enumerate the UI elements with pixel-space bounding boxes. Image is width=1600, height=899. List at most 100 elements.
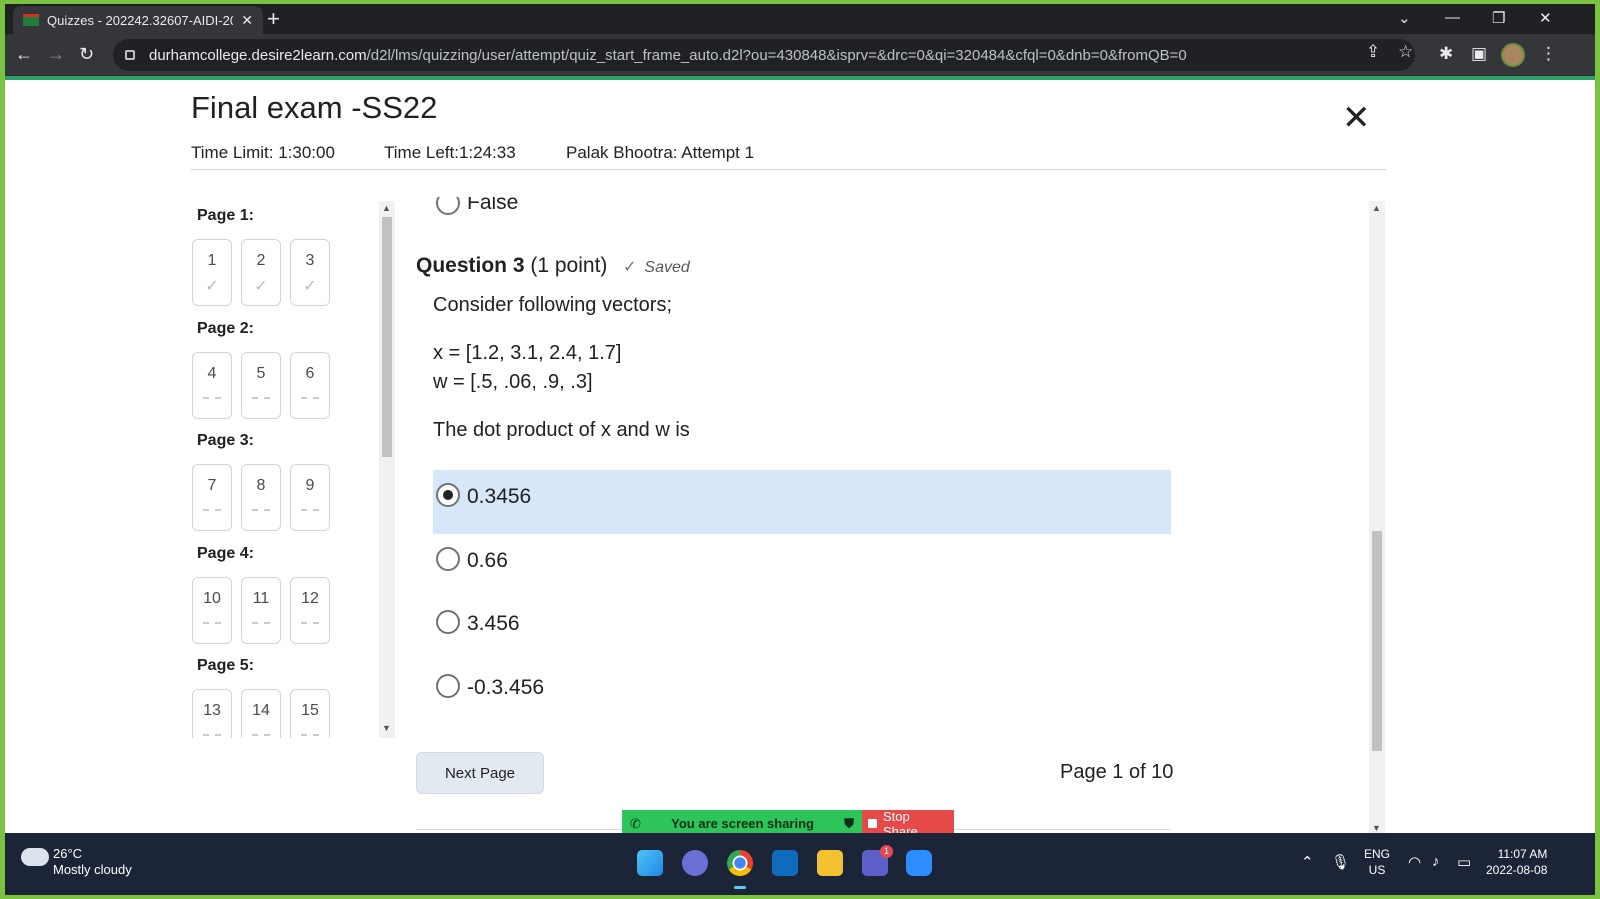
teams-notification-badge: 1 [880, 845, 893, 858]
weather-cloudy-icon[interactable] [21, 842, 49, 866]
option-radio[interactable] [436, 610, 460, 634]
nav-question-7[interactable]: 7 [192, 464, 232, 531]
tab-close-icon[interactable]: ✕ [241, 12, 253, 29]
minimize-icon[interactable]: — [1445, 9, 1460, 26]
selected-option-highlight[interactable] [433, 470, 1171, 534]
microphone-icon[interactable]: 🎙 [1331, 853, 1350, 871]
nav-question-3[interactable]: 3 ✓ [290, 239, 330, 306]
content-scrollbar[interactable]: ▲ ▼ [1369, 201, 1385, 837]
nav-question-5[interactable]: 5 [241, 352, 281, 419]
option-label: -0.3.456 [467, 676, 545, 699]
option-label: 3.456 [467, 612, 520, 635]
show-hidden-icons-icon[interactable]: ⌃ [1301, 853, 1314, 871]
unanswered-dash-icon [301, 509, 319, 511]
nav-question-number: 12 [301, 590, 319, 607]
option-radio[interactable] [436, 674, 460, 698]
chat-icon[interactable] [682, 850, 708, 876]
lock-icon [125, 50, 135, 60]
unanswered-dash-icon [301, 397, 319, 399]
saved-status: ✓ Saved [623, 257, 690, 277]
clock-time: 11:07 AM [1497, 847, 1548, 861]
bookmark-star-icon[interactable]: ☆ [1398, 42, 1413, 62]
zoom-icon[interactable] [906, 850, 932, 876]
profile-avatar[interactable] [1501, 43, 1525, 67]
nav-question-2[interactable]: 2 ✓ [241, 239, 281, 306]
weather-temperature[interactable]: 26°C [53, 846, 82, 861]
active-app-indicator [734, 886, 746, 889]
saved-label: Saved [644, 259, 690, 276]
unanswered-dash-icon [203, 397, 221, 399]
saved-check-icon: ✓ [205, 278, 219, 295]
content-scroll-thumb[interactable] [1372, 531, 1382, 751]
question-prompt: Consider following vectors; [433, 294, 672, 316]
share-icon[interactable]: ⇪ [1366, 42, 1380, 62]
sidebar-scrollbar[interactable]: ▲ ▼ [379, 201, 395, 738]
restore-icon[interactable]: ❐ [1492, 9, 1505, 27]
scroll-down-icon[interactable]: ▼ [382, 723, 391, 733]
file-explorer-icon[interactable] [817, 850, 843, 876]
reload-icon[interactable]: ↻ [79, 44, 94, 64]
language-indicator[interactable]: ENG US [1364, 846, 1390, 878]
nav-question-10[interactable]: 10 [192, 577, 232, 644]
nav-question-number: 15 [301, 702, 319, 719]
question-text: The dot product of x and w is [433, 419, 690, 441]
wifi-icon[interactable]: ◠ [1408, 853, 1421, 871]
forward-icon[interactable]: → [47, 44, 65, 64]
nav-question-number: 1 [207, 252, 217, 269]
start-menu-icon[interactable] [637, 850, 663, 876]
volume-icon[interactable]: ♪ [1432, 853, 1440, 870]
unanswered-dash-icon [203, 509, 221, 511]
next-page-button[interactable]: Next Page [416, 752, 544, 794]
back-icon[interactable]: ← [15, 44, 33, 64]
menu-kebab-icon[interactable]: ⋮ [1540, 44, 1557, 64]
system-clock[interactable]: 11:07 AM 2022-08-08 [1486, 846, 1547, 878]
prev-option-radio[interactable] [436, 197, 460, 215]
site-header-strip [5, 76, 1595, 80]
nav-question-11[interactable]: 11 [241, 577, 281, 644]
unanswered-dash-icon [252, 397, 270, 399]
taskbar: 26°C Mostly cloudy 1 ⌃ 🎙 ENG US ◠ ♪ ▭ 11:… [5, 833, 1595, 895]
address-bar[interactable]: durhamcollege.desire2learn.com/d2l/lms/q… [113, 39, 1415, 71]
browser-tab[interactable]: Quizzes - 202242.32607-AIDI-200 ✕ [13, 6, 263, 34]
nav-question-8[interactable]: 8 [241, 464, 281, 531]
extensions-icon[interactable]: ✱ [1439, 44, 1453, 64]
side-panel-icon[interactable]: ▣ [1471, 44, 1487, 64]
nav-question-4[interactable]: 4 [192, 352, 232, 419]
nav-question-number: 8 [256, 477, 266, 494]
nav-question-13[interactable]: 13 [192, 689, 232, 738]
scroll-up-icon[interactable]: ▲ [382, 203, 391, 213]
question-title: Question 3 (1 point) [416, 254, 607, 278]
nav-question-12[interactable]: 12 [290, 577, 330, 644]
nav-question-15[interactable]: 15 [290, 689, 330, 738]
chrome-icon[interactable] [727, 850, 753, 876]
scroll-up-icon[interactable]: ▲ [1372, 203, 1381, 213]
option-label: 0.3456 [467, 485, 532, 508]
window-close-icon[interactable]: ✕ [1539, 9, 1552, 27]
outlook-icon[interactable] [772, 850, 798, 876]
unanswered-dash-icon [203, 622, 221, 624]
screen: Quizzes - 202242.32607-AIDI-200 ✕ + ⌄ — … [5, 4, 1595, 895]
saved-check-icon: ✓ [303, 278, 317, 295]
option-radio[interactable] [436, 547, 460, 571]
tab-search-icon[interactable]: ⌄ [1398, 9, 1411, 27]
nav-question-1[interactable]: 1 ✓ [192, 239, 232, 306]
option-radio-selected[interactable] [436, 483, 460, 507]
nav-question-number: 5 [256, 365, 266, 382]
close-quiz-icon[interactable]: ✕ [1342, 101, 1371, 135]
nav-question-number: 9 [305, 477, 315, 494]
question-navigator: Page 1: 1 ✓ 2 ✓ 3 ✓ Page 2: 4 5 6 Page 3… [191, 201, 395, 738]
nav-question-6[interactable]: 6 [290, 352, 330, 419]
sidebar-scroll-thumb[interactable] [382, 217, 392, 457]
nav-question-9[interactable]: 9 [290, 464, 330, 531]
scroll-down-icon[interactable]: ▼ [1372, 823, 1381, 833]
header-divider [191, 169, 1387, 170]
option-label: 0.66 [467, 549, 508, 572]
battery-icon[interactable]: ▭ [1457, 853, 1471, 871]
new-tab-button[interactable]: + [267, 8, 280, 30]
saved-check-icon: ✓ [623, 259, 637, 276]
weather-condition[interactable]: Mostly cloudy [53, 862, 132, 877]
url-path: /d2l/lms/quizzing/user/attempt/quiz_star… [366, 46, 1187, 64]
nav-question-number: 6 [305, 365, 315, 382]
browser-tab-bar: Quizzes - 202242.32607-AIDI-200 ✕ + ⌄ — … [5, 4, 1595, 34]
nav-question-14[interactable]: 14 [241, 689, 281, 738]
